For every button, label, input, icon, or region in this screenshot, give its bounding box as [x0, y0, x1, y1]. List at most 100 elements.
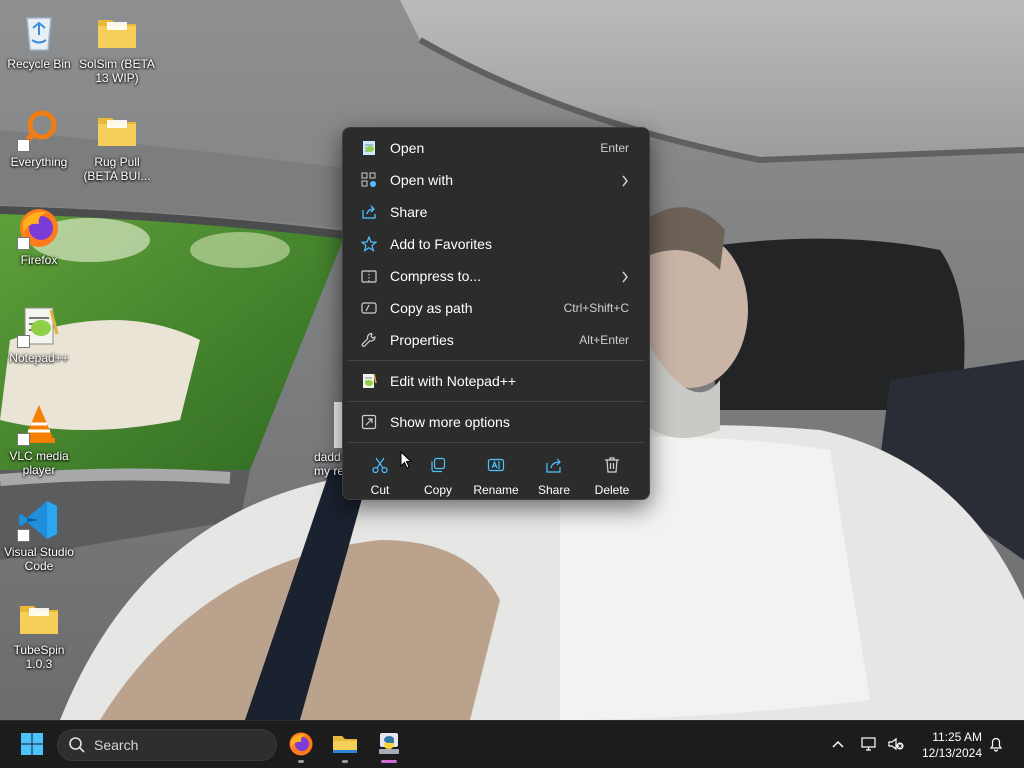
- clock-date: 12/13/2024: [921, 746, 982, 760]
- menu-item-label: Open with: [390, 172, 454, 188]
- zip-icon: [359, 266, 379, 286]
- action-copy-button[interactable]: Copy: [409, 453, 467, 501]
- chevron-right-icon: [621, 174, 629, 190]
- action-label: Delete: [594, 483, 630, 497]
- copy-icon: [426, 453, 450, 477]
- vscode-icon: [17, 498, 61, 542]
- taskbar-search-box[interactable]: Search: [57, 729, 277, 761]
- menu-item-add-to-favorites[interactable]: Add to Favorites: [347, 228, 645, 260]
- menu-item-show-more-options[interactable]: Show more options: [347, 406, 645, 438]
- context-menu: Open Enter Open with Share Add to Favori…: [342, 127, 650, 500]
- taskbar-python-idle-button[interactable]: [369, 725, 409, 765]
- taskbar-firefox-button[interactable]: [281, 725, 321, 765]
- menu-item-shortcut: Alt+Enter: [579, 333, 629, 347]
- desktop-icon-label: SolSim (BETA 13 WIP): [79, 57, 155, 85]
- share-icon: [359, 202, 379, 222]
- desktop-icon-firefox[interactable]: Firefox: [0, 206, 78, 267]
- network-status-button[interactable]: [860, 735, 880, 755]
- desktop-icon-vlc[interactable]: VLC media player: [0, 402, 78, 477]
- network-icon: [861, 736, 879, 755]
- clock-time: 11:25 AM: [932, 730, 982, 744]
- desktop-icon-label: Visual Studio Code: [4, 545, 74, 573]
- menu-item-open-with[interactable]: Open with: [347, 164, 645, 196]
- notepadpp-icon: [359, 371, 379, 391]
- mouse-cursor-icon: [400, 450, 413, 469]
- shortcut-arrow-icon: [17, 139, 30, 152]
- wrench-icon: [359, 330, 379, 350]
- file-explorer-icon: [332, 731, 358, 760]
- shortcut-arrow-icon: [17, 529, 30, 542]
- menu-action-bar: Cut Copy Rename Share Delete: [347, 447, 645, 501]
- desktop-icon-label: Notepad++: [9, 351, 69, 365]
- menu-item-label: Show more options: [390, 414, 510, 430]
- menu-item-properties[interactable]: Properties Alt+Enter: [347, 324, 645, 356]
- rename-icon: [484, 453, 508, 477]
- menu-separator: [347, 360, 645, 361]
- menu-item-compress-to[interactable]: Compress to...: [347, 260, 645, 292]
- bell-icon: [988, 736, 1004, 755]
- action-label: Cut: [370, 483, 390, 497]
- vlc-icon: [17, 402, 61, 446]
- taskbar-file-explorer-button[interactable]: [325, 725, 365, 765]
- action-share-button[interactable]: Share: [525, 453, 583, 501]
- menu-item-label: Share: [390, 204, 428, 220]
- menu-item-shortcut: Enter: [600, 141, 629, 155]
- desktop-icon-vscode[interactable]: Visual Studio Code: [0, 498, 78, 573]
- menu-item-share[interactable]: Share: [347, 196, 645, 228]
- search-icon: [68, 736, 86, 754]
- desktop-icon-solsim-folder[interactable]: SolSim (BETA 13 WIP): [78, 10, 156, 85]
- menu-item-open[interactable]: Open Enter: [347, 132, 645, 164]
- action-label: Copy: [423, 483, 452, 497]
- shortcut-arrow-icon: [17, 335, 30, 348]
- desktop-icon-label: Rug Pull (BETA BUI...: [83, 155, 151, 183]
- chevron-up-icon: [831, 738, 845, 752]
- taskbar: Search 11:25 AM 12/13/2024: [0, 720, 1024, 768]
- desktop-icon-label: VLC media player: [9, 449, 69, 477]
- menu-item-label: Compress to...: [390, 268, 482, 284]
- start-button[interactable]: [12, 725, 52, 765]
- copy-path-icon: [359, 298, 379, 318]
- running-indicator: [342, 760, 348, 763]
- menu-item-label: Copy as path: [390, 300, 473, 316]
- desktop-icon-notepadpp[interactable]: Notepad++: [0, 304, 78, 365]
- open-with-icon: [359, 170, 379, 190]
- notifications-button[interactable]: [986, 735, 1006, 755]
- search-placeholder: Search: [94, 737, 139, 753]
- folder-icon: [17, 596, 61, 640]
- volume-muted-icon: [887, 736, 905, 755]
- notepad-file-icon: [359, 138, 379, 158]
- desktop-icon-label: Everything: [10, 155, 68, 169]
- menu-item-shortcut: Ctrl+Shift+C: [563, 301, 629, 315]
- desktop-icon-label: TubeSpin 1.0.3: [13, 643, 65, 671]
- folder-icon: [95, 10, 139, 54]
- chevron-right-icon: [621, 270, 629, 286]
- action-delete-button[interactable]: Delete: [583, 453, 641, 501]
- recycle-bin-icon: [17, 10, 61, 54]
- menu-item-copy-as-path[interactable]: Copy as path Ctrl+Shift+C: [347, 292, 645, 324]
- desktop-icon-label: Firefox: [20, 253, 58, 267]
- menu-item-edit-with-notepadpp[interactable]: Edit with Notepad++: [347, 365, 645, 397]
- firefox-icon: [288, 731, 314, 760]
- trash-icon: [600, 453, 624, 477]
- menu-item-label: Add to Favorites: [390, 236, 492, 252]
- menu-item-label: Open: [390, 140, 425, 156]
- shortcut-arrow-icon: [17, 433, 30, 446]
- running-indicator: [298, 760, 304, 763]
- star-icon: [359, 234, 379, 254]
- action-label: Share: [537, 483, 571, 497]
- show-more-icon: [359, 412, 379, 432]
- desktop-icon-tubespin-folder[interactable]: TubeSpin 1.0.3: [0, 596, 78, 671]
- desktop-icon-everything[interactable]: Everything: [0, 108, 78, 169]
- volume-muted-button[interactable]: [886, 735, 906, 755]
- show-hidden-icons-button[interactable]: [828, 735, 848, 755]
- desktop-icon-recycle-bin[interactable]: Recycle Bin: [0, 10, 78, 71]
- notepadpp-icon: [17, 304, 61, 348]
- taskbar-clock[interactable]: 11:25 AM 12/13/2024: [912, 729, 982, 761]
- action-rename-button[interactable]: Rename: [467, 453, 525, 501]
- active-indicator: [381, 760, 397, 763]
- python-idle-icon: [376, 731, 402, 760]
- share-icon: [542, 453, 566, 477]
- desktop-icon-rugpull-folder[interactable]: Rug Pull (BETA BUI...: [78, 108, 156, 183]
- folder-icon: [95, 108, 139, 152]
- everything-icon: [17, 108, 61, 152]
